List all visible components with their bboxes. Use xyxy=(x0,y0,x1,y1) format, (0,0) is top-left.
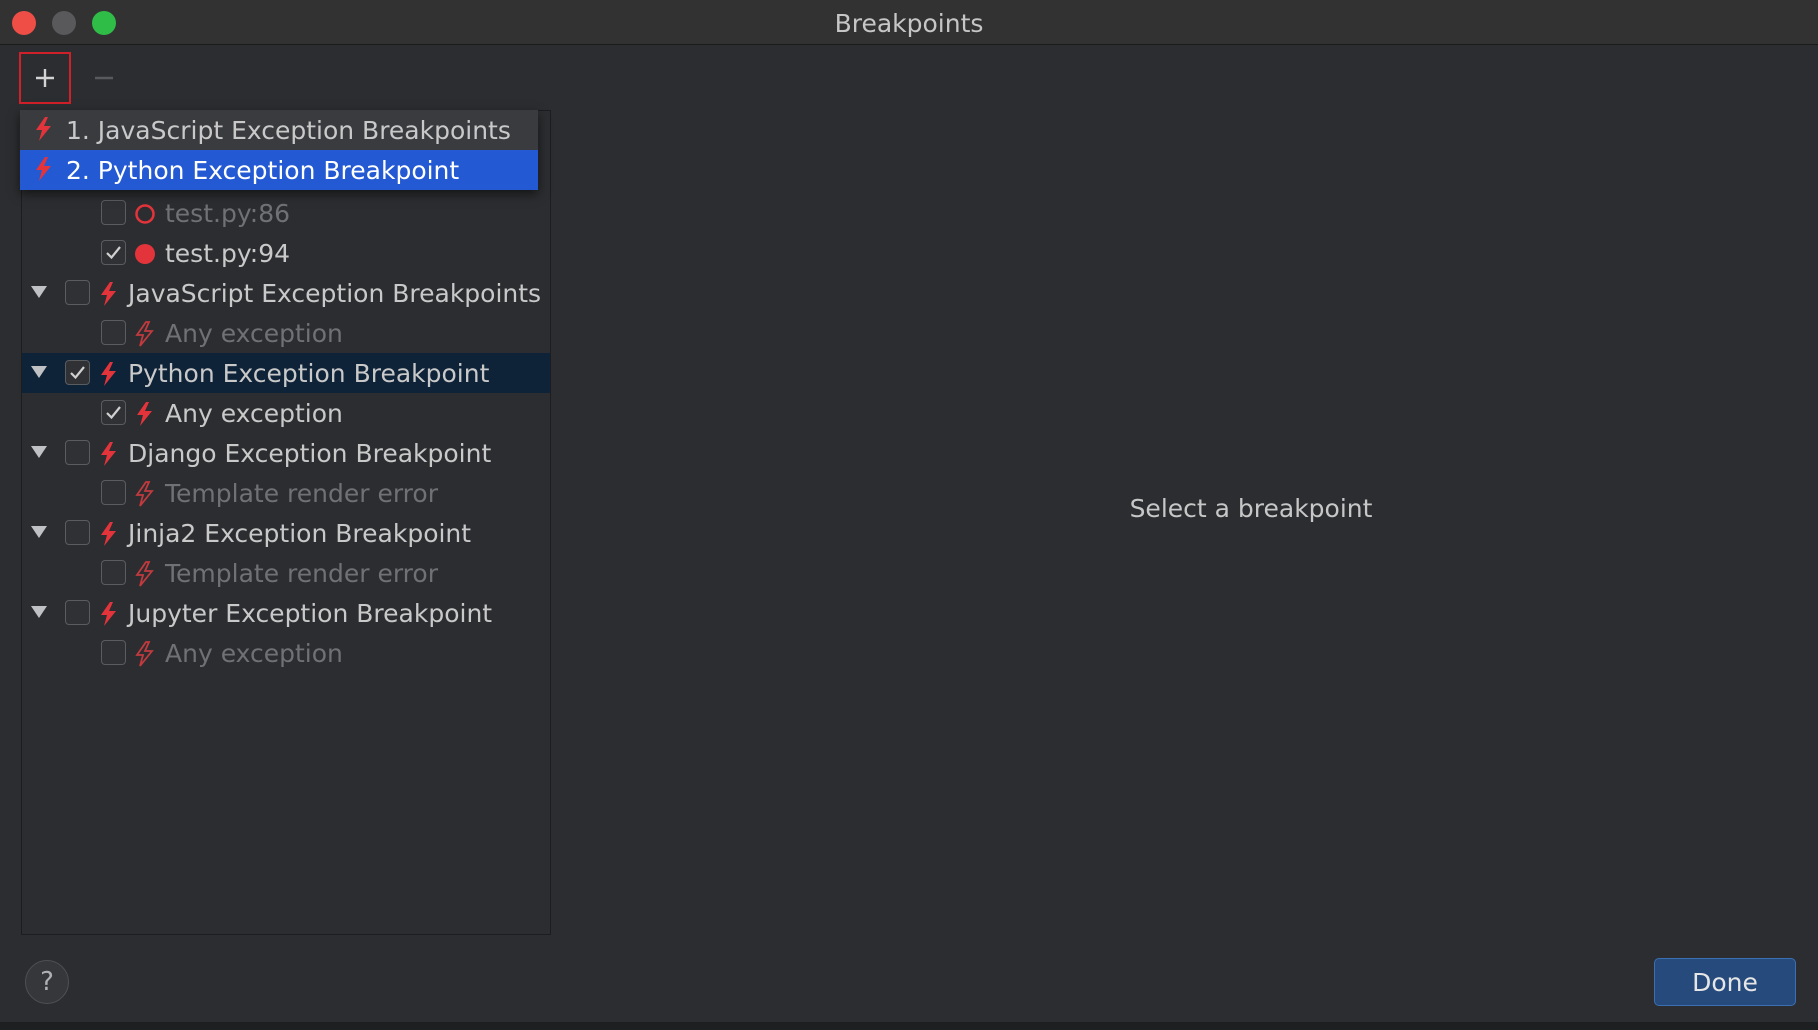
row-label: Jupyter Exception Breakpoint xyxy=(128,599,493,628)
add-breakpoint-button[interactable] xyxy=(19,52,71,104)
tree-row-template-render-error[interactable]: Template render error xyxy=(22,473,550,513)
lightning-icon xyxy=(101,362,116,386)
expand-arrow-icon[interactable] xyxy=(30,524,48,540)
tree-group-django-exception[interactable]: Django Exception Breakpoint xyxy=(22,433,550,473)
menu-item-python-exception[interactable]: 2. Python Exception Breakpoint xyxy=(20,150,538,190)
row-label: JavaScript Exception Breakpoints xyxy=(128,279,542,308)
lightning-outline-icon xyxy=(135,481,154,507)
lightning-icon xyxy=(101,282,116,306)
plus-icon xyxy=(36,69,54,87)
row-checkbox[interactable] xyxy=(65,360,90,385)
tree-row-any-exception[interactable]: Any exception xyxy=(22,393,550,433)
window-title: Breakpoints xyxy=(834,9,984,38)
lightning-icon xyxy=(101,522,116,546)
row-label: Python Exception Breakpoint xyxy=(128,359,490,388)
breakpoint-hollow-icon xyxy=(135,204,155,224)
tree-row-template-render-error[interactable]: Template render error xyxy=(22,553,550,593)
expand-arrow-icon[interactable] xyxy=(30,444,48,460)
check-icon xyxy=(106,246,121,260)
row-label: test.py:86 xyxy=(165,199,291,228)
row-checkbox[interactable] xyxy=(65,440,90,465)
row-label: Template render error xyxy=(165,559,438,588)
check-icon xyxy=(106,406,121,420)
menu-item-label: 2. Python Exception Breakpoint xyxy=(66,156,460,185)
breakpoint-filled-icon xyxy=(135,244,155,264)
row-label: Any exception xyxy=(165,639,343,668)
minus-icon xyxy=(95,76,113,80)
tree-row-any-exception[interactable]: Any exception xyxy=(22,633,550,673)
lightning-outline-icon xyxy=(135,321,154,347)
lightning-outline-icon xyxy=(135,561,154,587)
expand-arrow-icon[interactable] xyxy=(30,284,48,300)
detail-panel: Select a breakpoint xyxy=(552,0,1818,1018)
empty-state-message: Select a breakpoint xyxy=(1129,493,1373,523)
row-label: test.py:94 xyxy=(165,239,291,268)
row-checkbox[interactable] xyxy=(65,600,90,625)
row-label: Any exception xyxy=(165,399,343,428)
help-button[interactable]: ? xyxy=(25,960,69,1004)
lightning-icon xyxy=(101,602,116,626)
title-bar: Breakpoints xyxy=(0,0,1818,45)
row-checkbox[interactable] xyxy=(101,560,126,585)
row-checkbox[interactable] xyxy=(101,640,126,665)
breakpoints-dialog: Breakpoints test.py:86 test.py:94 JavaSc… xyxy=(0,0,1818,1030)
row-label: Django Exception Breakpoint xyxy=(128,439,492,468)
expand-arrow-icon[interactable] xyxy=(30,604,48,620)
row-checkbox[interactable] xyxy=(101,320,126,345)
tree-group-javascript-exception[interactable]: JavaScript Exception Breakpoints xyxy=(22,273,550,313)
row-label: Any exception xyxy=(165,319,343,348)
lightning-icon xyxy=(36,117,51,141)
lightning-outline-icon xyxy=(135,641,154,667)
breakpoints-tree: test.py:86 test.py:94 JavaScript Excepti… xyxy=(21,110,551,935)
lightning-icon xyxy=(101,442,116,466)
tree-group-python-exception[interactable]: Python Exception Breakpoint xyxy=(22,353,550,393)
expand-arrow-icon[interactable] xyxy=(30,364,48,380)
tree-group-jupyter-exception[interactable]: Jupyter Exception Breakpoint xyxy=(22,593,550,633)
row-checkbox[interactable] xyxy=(101,400,126,425)
check-icon xyxy=(70,366,85,380)
add-breakpoint-menu: 1. JavaScript Exception Breakpoints 2. P… xyxy=(20,110,538,190)
lightning-icon xyxy=(137,402,152,426)
window-bottom-edge xyxy=(0,1022,1818,1030)
tree-row-test-py-94[interactable]: test.py:94 xyxy=(22,233,550,273)
remove-breakpoint-button[interactable] xyxy=(84,54,124,102)
lightning-icon xyxy=(36,157,51,181)
row-checkbox[interactable] xyxy=(65,520,90,545)
row-checkbox[interactable] xyxy=(101,240,126,265)
menu-item-javascript-exception[interactable]: 1. JavaScript Exception Breakpoints xyxy=(20,110,538,150)
row-label: Jinja2 Exception Breakpoint xyxy=(128,519,472,548)
tree-row-test-py-86[interactable]: test.py:86 xyxy=(22,193,550,233)
row-checkbox[interactable] xyxy=(101,480,126,505)
tree-row-any-exception[interactable]: Any exception xyxy=(22,313,550,353)
done-button[interactable]: Done xyxy=(1654,958,1796,1006)
menu-item-label: 1. JavaScript Exception Breakpoints xyxy=(66,116,511,145)
row-checkbox[interactable] xyxy=(101,200,126,225)
row-label: Template render error xyxy=(165,479,438,508)
row-checkbox[interactable] xyxy=(65,280,90,305)
tree-group-jinja2-exception[interactable]: Jinja2 Exception Breakpoint xyxy=(22,513,550,553)
